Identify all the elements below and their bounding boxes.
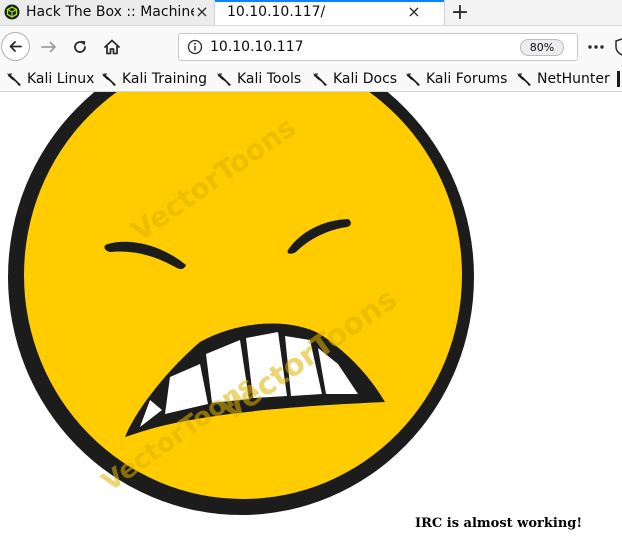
close-icon[interactable]: × (194, 4, 210, 20)
bookmark-kali-tools[interactable]: Kali Tools (216, 67, 301, 91)
shield-button[interactable] (612, 33, 622, 61)
bookmarks-toolbar: Kali Linux Kali Training Kali Tools Kali… (0, 67, 622, 92)
more-dots-icon (588, 45, 604, 49)
shield-icon (615, 38, 622, 56)
bookmark-label: Kali Training (122, 71, 207, 87)
zoom-level-badge[interactable]: 80% (520, 39, 564, 56)
navigation-toolbar: 10.10.10.117 80% (0, 25, 622, 67)
back-button[interactable] (1, 32, 30, 61)
page-actions-button[interactable] (584, 33, 608, 61)
reload-button[interactable] (66, 33, 94, 61)
bookmark-kali-docs[interactable]: Kali Docs (312, 67, 397, 91)
kali-dragon-icon (102, 73, 116, 86)
bookmark-kali-forums[interactable]: Kali Forums (405, 67, 507, 91)
bookmark-label: Kali Forums (426, 71, 508, 87)
kali-dragon-icon (517, 73, 531, 86)
info-icon (187, 39, 203, 55)
new-tab-button[interactable]: + (445, 0, 475, 25)
home-button[interactable] (98, 33, 126, 61)
reload-icon (74, 40, 86, 53)
home-icon (104, 39, 120, 55)
tab-title: 10.10.10.117/ (227, 4, 326, 20)
url-text[interactable]: 10.10.10.117 (210, 39, 304, 55)
forward-button[interactable] (36, 33, 64, 61)
kali-dragon-icon (313, 73, 327, 86)
back-arrow-icon (9, 41, 22, 52)
hackthebox-cube-icon (4, 4, 20, 20)
bookmarks-edge-separator (617, 71, 620, 87)
kali-dragon-icon (217, 73, 231, 86)
bookmark-label: Kali Linux (27, 71, 95, 87)
bookmark-label: NetHunter (537, 71, 610, 87)
page-content: VectorToons VectorToons VectorToons IRC … (0, 92, 622, 537)
forward-arrow-icon (41, 41, 56, 53)
kali-dragon-icon (7, 73, 21, 86)
bookmark-kali-training[interactable]: Kali Training (101, 67, 207, 91)
bookmark-label: Kali Tools (237, 71, 302, 87)
tab-title: Hack The Box :: Machines (26, 4, 194, 20)
kali-dragon-icon (406, 73, 420, 86)
irc-status-message: IRC is almost working! (415, 516, 583, 531)
angry-grimace-emoji: VectorToons VectorToons VectorToons (8, 92, 474, 515)
bookmark-nethunter[interactable]: NetHunter (516, 67, 610, 91)
close-icon[interactable]: × (406, 4, 422, 20)
address-bar[interactable]: 10.10.10.117 80% (178, 33, 578, 61)
bookmark-kali-linux[interactable]: Kali Linux (6, 67, 94, 91)
tab-hack-the-box[interactable]: Hack The Box :: Machines × (0, 0, 215, 25)
tab-strip: Hack The Box :: Machines × 10.10.10.117/… (0, 0, 622, 25)
tab-current-page[interactable]: 10.10.10.117/ × (215, 0, 445, 25)
bookmark-label: Kali Docs (333, 71, 398, 87)
